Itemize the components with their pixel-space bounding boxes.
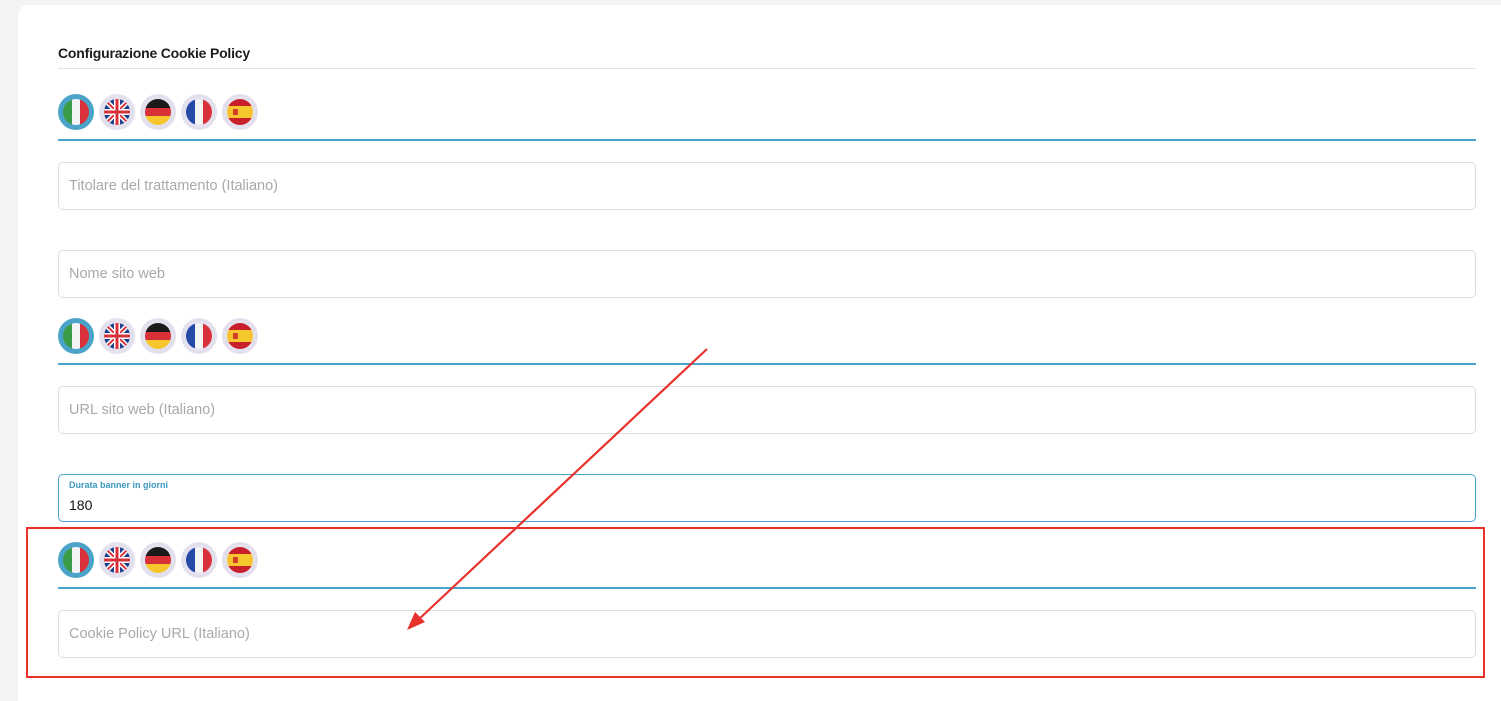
italy-flag-icon <box>63 99 89 125</box>
lang-tab-spanish[interactable] <box>222 94 258 130</box>
nome-sito-field[interactable] <box>58 250 1476 298</box>
france-flag-icon <box>186 547 212 573</box>
lang-tab-german[interactable] <box>140 318 176 354</box>
titolare-trattamento-input[interactable] <box>59 163 1475 209</box>
lang-tab-french[interactable] <box>181 542 217 578</box>
cookie-policy-url-field[interactable] <box>58 610 1476 658</box>
language-selector-url <box>58 318 1476 365</box>
durata-banner-field[interactable]: Durata banner in giorni <box>58 474 1476 522</box>
lang-tab-german[interactable] <box>140 94 176 130</box>
title-divider <box>58 68 1476 69</box>
nome-sito-input[interactable] <box>59 251 1475 297</box>
italy-flag-icon <box>63 323 89 349</box>
spain-flag-icon <box>227 99 253 125</box>
section-title: Configurazione Cookie Policy <box>58 45 250 61</box>
uk-flag-icon <box>104 323 130 349</box>
france-flag-icon <box>186 323 212 349</box>
lang-tab-italian[interactable] <box>58 94 94 130</box>
durata-banner-label: Durata banner in giorni <box>69 480 169 490</box>
uk-flag-icon <box>104 99 130 125</box>
durata-banner-input[interactable] <box>59 475 1475 521</box>
lang-tab-english[interactable] <box>99 94 135 130</box>
spain-flag-icon <box>227 547 253 573</box>
lang-tab-italian[interactable] <box>58 318 94 354</box>
spain-flag-icon <box>227 323 253 349</box>
lang-tab-french[interactable] <box>181 94 217 130</box>
germany-flag-icon <box>145 323 171 349</box>
france-flag-icon <box>186 99 212 125</box>
url-sito-input[interactable] <box>59 387 1475 433</box>
italy-flag-icon <box>63 547 89 573</box>
germany-flag-icon <box>145 99 171 125</box>
lang-tab-spanish[interactable] <box>222 318 258 354</box>
germany-flag-icon <box>145 547 171 573</box>
language-selector-titolare <box>58 94 1476 141</box>
lang-tab-french[interactable] <box>181 318 217 354</box>
lang-tab-english[interactable] <box>99 542 135 578</box>
cookie-policy-url-input[interactable] <box>59 611 1475 657</box>
lang-tab-english[interactable] <box>99 318 135 354</box>
language-selector-cookie-url <box>58 542 1476 589</box>
lang-tab-german[interactable] <box>140 542 176 578</box>
titolare-trattamento-field[interactable] <box>58 162 1476 210</box>
lang-tab-spanish[interactable] <box>222 542 258 578</box>
lang-tab-italian[interactable] <box>58 542 94 578</box>
uk-flag-icon <box>104 547 130 573</box>
url-sito-field[interactable] <box>58 386 1476 434</box>
